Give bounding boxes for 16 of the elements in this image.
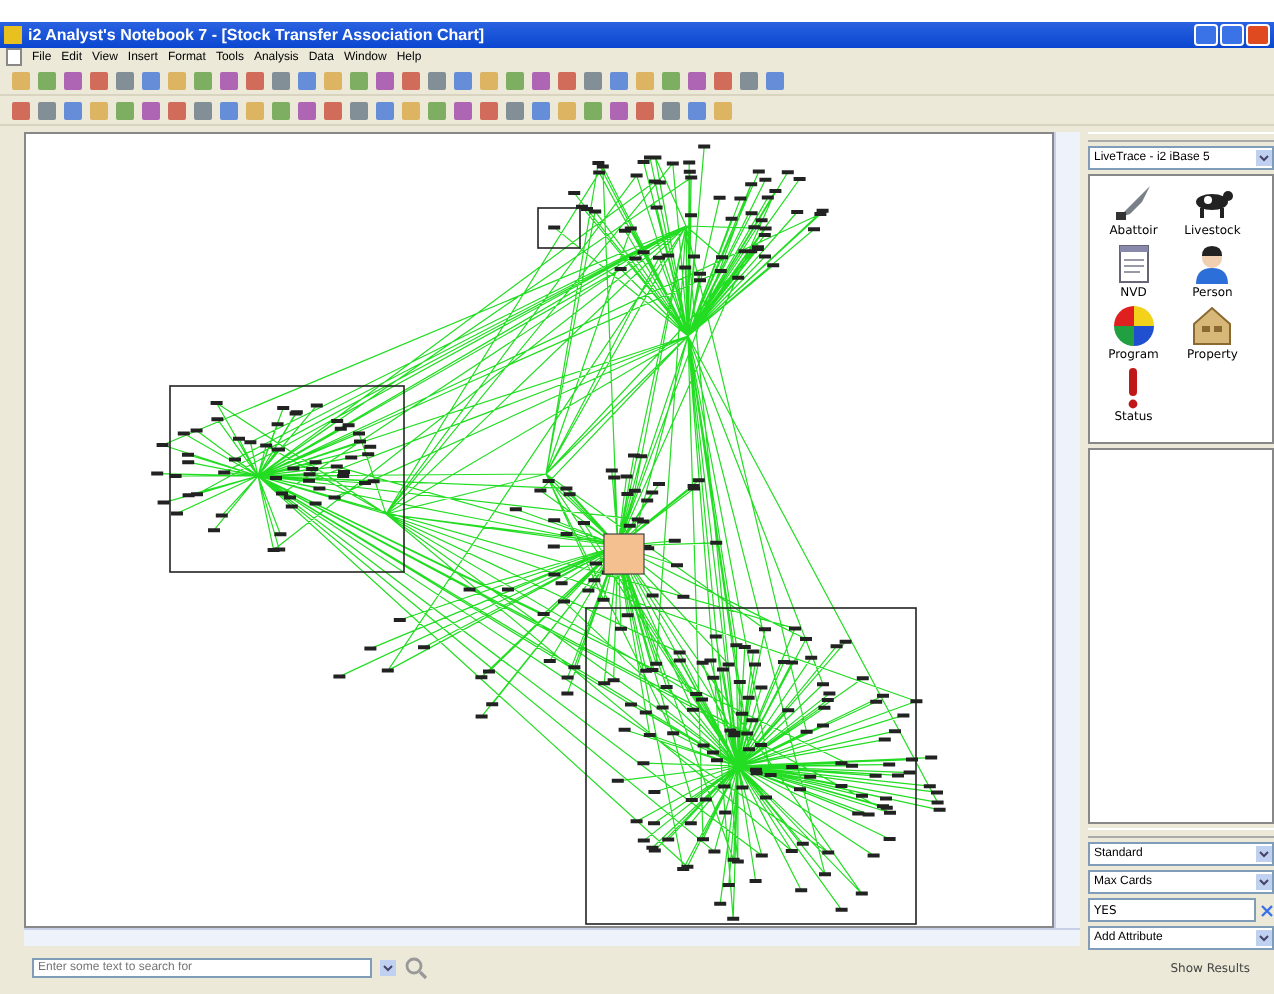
clear-icon[interactable] bbox=[1260, 903, 1274, 918]
dropdown-arrow-icon[interactable] bbox=[1256, 149, 1272, 166]
close-button[interactable] bbox=[1246, 24, 1270, 46]
app-icon bbox=[4, 26, 22, 44]
dropdown-arrow-icon[interactable] bbox=[1256, 874, 1272, 891]
restore-button[interactable] bbox=[1220, 24, 1244, 46]
dropdown-arrow-icon[interactable] bbox=[1256, 846, 1272, 863]
pie-chart-icon bbox=[1111, 303, 1156, 348]
document-icon bbox=[6, 48, 22, 66]
house-icon bbox=[1190, 303, 1235, 348]
dropdown-arrow-icon[interactable] bbox=[1256, 930, 1272, 947]
window-title: i2 Analyst's Notebook 7 - [Stock Transfer Association Chart] bbox=[28, 26, 487, 44]
search-icon[interactable] bbox=[404, 956, 428, 980]
minimize-button[interactable] bbox=[1194, 24, 1218, 46]
exclamation-icon bbox=[1128, 365, 1139, 410]
dropdown-arrow-icon[interactable] bbox=[380, 960, 396, 976]
